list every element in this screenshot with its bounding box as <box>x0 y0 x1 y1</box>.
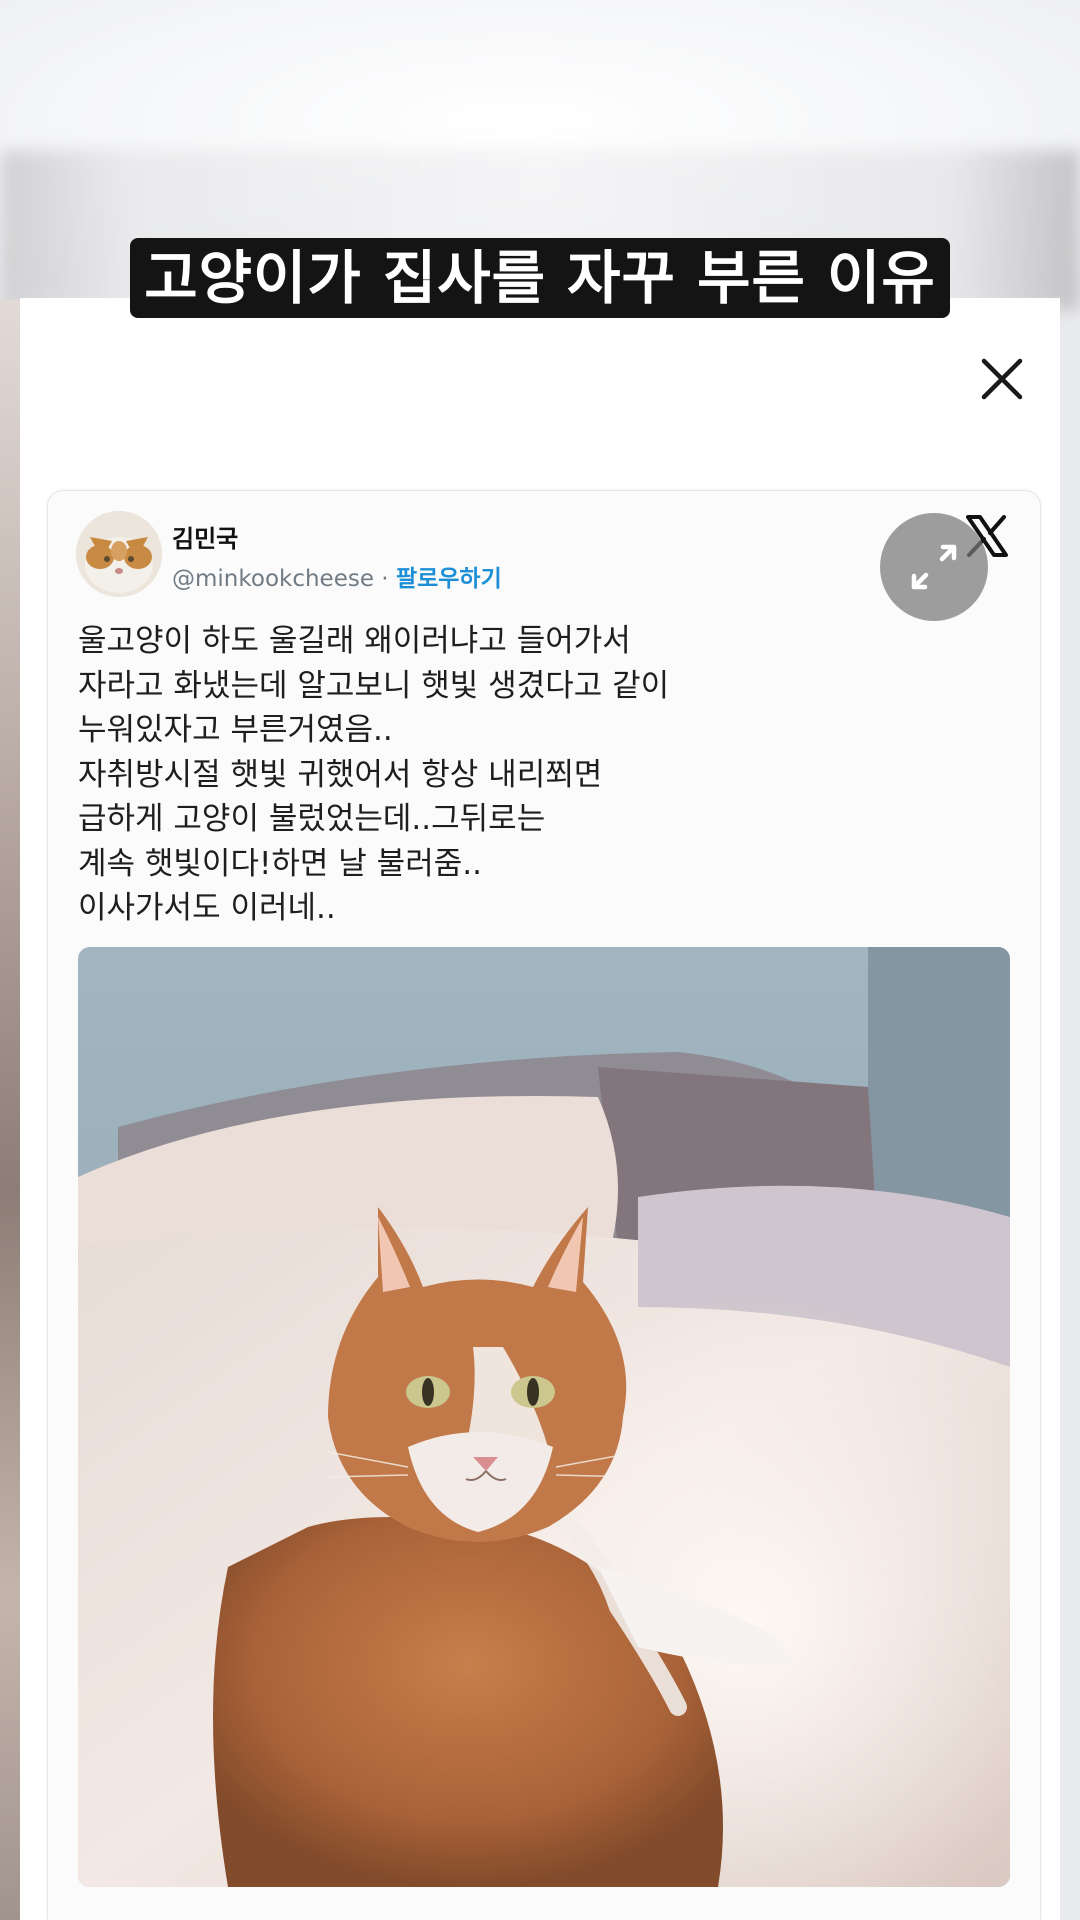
close-button[interactable] <box>978 355 1026 403</box>
follow-link[interactable]: 팔로우하기 <box>396 566 502 592</box>
blurred-background-edge <box>0 300 22 1920</box>
close-icon <box>981 358 1023 400</box>
tweet-author-name[interactable]: 김민국 <box>172 519 238 554</box>
expand-button[interactable] <box>880 513 988 621</box>
caption-container: 고양이가 집사를 자꾸 부른 이유 <box>0 238 1080 318</box>
avatar[interactable] <box>76 511 162 597</box>
separator-dot: · <box>374 566 396 592</box>
expand-icon <box>911 544 957 590</box>
video-caption: 고양이가 집사를 자꾸 부른 이유 <box>130 238 950 318</box>
tweet-handle-line: @minkookcheese · 팔로우하기 <box>172 559 502 593</box>
tweet-handle[interactable]: @minkookcheese <box>172 566 374 592</box>
tweet-photo[interactable] <box>78 947 1010 1887</box>
tweet-card[interactable]: 김민국 @minkookcheese · 팔로우하기 울고양이 하도 울길래 왜 <box>47 490 1041 1920</box>
cat-on-bed-photo <box>78 947 1010 1887</box>
reel-viewer: 고양이가 집사를 자꾸 부른 이유 김민국 @minkookcheese · 팔… <box>0 0 1080 1920</box>
tweet-text: 울고양이 하도 울길래 왜이러냐고 들어가서 자라고 화냈는데 알고보니 햇빛 … <box>78 623 670 926</box>
avatar-cat-image <box>76 511 162 597</box>
